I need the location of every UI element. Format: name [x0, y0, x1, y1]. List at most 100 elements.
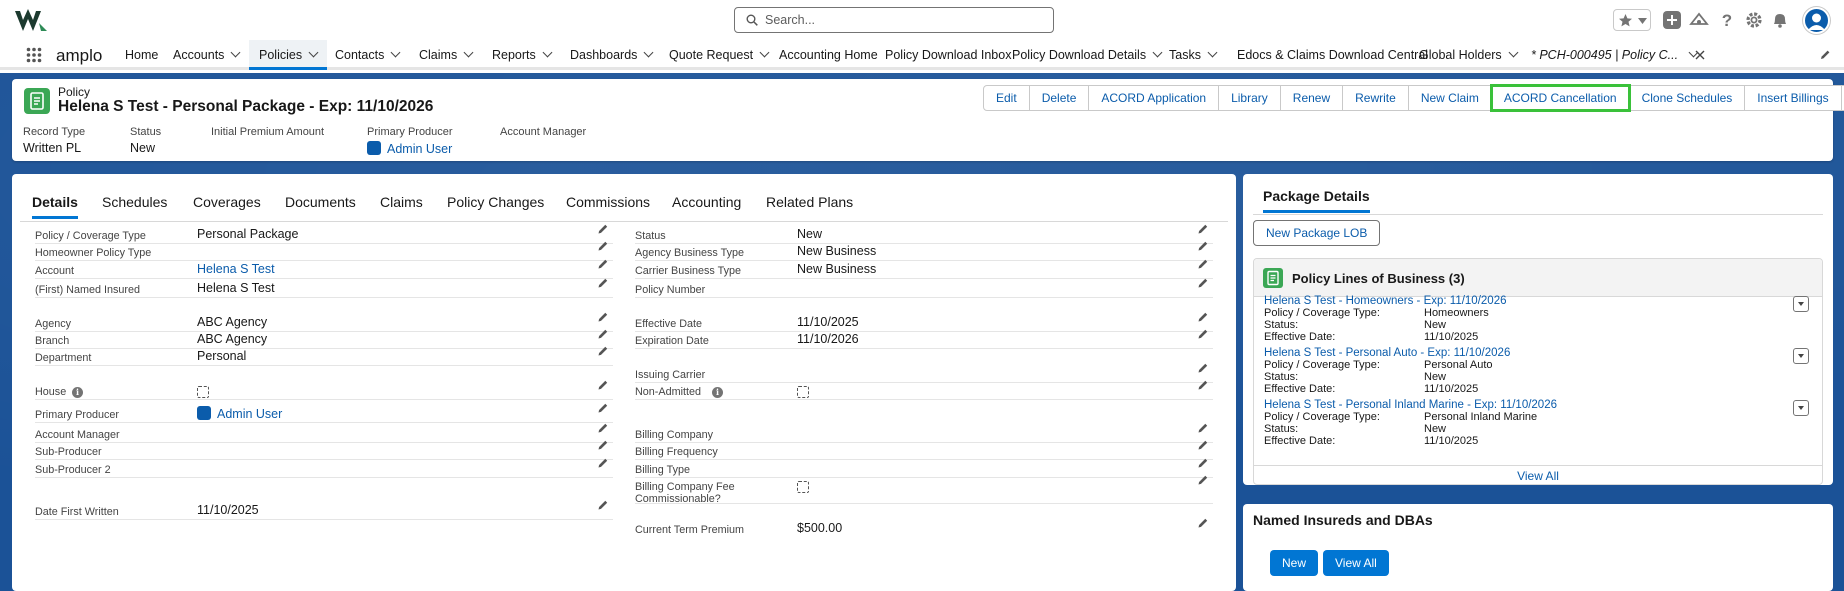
chevron-down-icon[interactable]: [643, 47, 654, 58]
help-icon[interactable]: ?: [1717, 10, 1737, 30]
favorites-button[interactable]: [1613, 9, 1651, 31]
field-value: New: [130, 141, 156, 155]
chevron-down-icon[interactable]: [1508, 47, 1519, 58]
nav-open-record-tab[interactable]: * PCH-000495 | Policy C...: [1523, 40, 1705, 70]
chevron-down-icon[interactable]: [230, 47, 241, 58]
nav-item-dashboards[interactable]: Dashboards: [562, 40, 660, 70]
edit-pencil-icon[interactable]: [1197, 223, 1209, 235]
info-icon[interactable]: i: [712, 387, 723, 398]
edit-pencil-icon[interactable]: [597, 311, 609, 323]
edit-pencil-icon[interactable]: [597, 345, 609, 357]
clone-schedules-button[interactable]: Clone Schedules: [1628, 85, 1746, 111]
rewrite-button[interactable]: Rewrite: [1342, 85, 1409, 111]
tab-package-details[interactable]: Package Details: [1263, 188, 1370, 213]
edit-pencil-icon[interactable]: [1197, 379, 1209, 391]
user-avatar[interactable]: [1803, 7, 1830, 34]
edit-pencil-icon[interactable]: [597, 258, 609, 270]
nav-item-contacts[interactable]: Contacts: [327, 40, 407, 70]
nav-item-quote-request[interactable]: Quote Request: [661, 40, 776, 70]
policy-line-actions-dropdown[interactable]: [1793, 348, 1809, 364]
primary-producer-link[interactable]: Admin User: [387, 142, 452, 156]
view-all-lines-link[interactable]: View All: [1254, 465, 1822, 483]
chevron-down-icon[interactable]: [463, 47, 474, 58]
tab-details[interactable]: Details: [32, 194, 78, 219]
edit-button[interactable]: Edit: [983, 85, 1030, 111]
chevron-down-icon[interactable]: [390, 47, 401, 58]
primary-producer-link[interactable]: Admin User: [217, 407, 282, 421]
nav-item-policy-download-details[interactable]: Policy Download Details: [1004, 40, 1169, 70]
amplo-logo-icon[interactable]: [14, 9, 48, 33]
nav-item-accounting-home[interactable]: Accounting Home: [771, 40, 886, 70]
edit-pencil-icon[interactable]: [1197, 311, 1209, 323]
tab-related-plans[interactable]: Related Plans: [766, 194, 853, 210]
edit-pencil-icon[interactable]: [1197, 277, 1209, 289]
policy-line-link[interactable]: Helena S Test - Personal Inland Marine -…: [1264, 399, 1557, 411]
chevron-down-icon[interactable]: [542, 47, 553, 58]
renew-button[interactable]: Renew: [1279, 85, 1344, 111]
edit-nav-pencil-icon[interactable]: [1819, 49, 1831, 61]
edit-pencil-icon[interactable]: [597, 379, 609, 391]
nav-item-edocs-claims-download[interactable]: Edocs & Claims Download Central: [1229, 40, 1436, 70]
account-link[interactable]: Helena S Test: [197, 262, 275, 276]
policy-line-link[interactable]: Helena S Test - Personal Auto - Exp: 11/…: [1264, 347, 1510, 359]
edit-pencil-icon[interactable]: [597, 422, 609, 434]
view-all-named-insureds-button[interactable]: View All: [1323, 550, 1389, 576]
edit-pencil-icon[interactable]: [1197, 328, 1209, 340]
edit-pencil-icon[interactable]: [597, 499, 609, 511]
edit-pencil-icon[interactable]: [597, 240, 609, 252]
setup-gear-icon[interactable]: [1744, 10, 1764, 30]
chevron-down-icon[interactable]: [308, 47, 319, 58]
nav-item-reports[interactable]: Reports: [484, 40, 559, 70]
edit-pencil-icon[interactable]: [597, 439, 609, 451]
policy-line-actions-dropdown[interactable]: [1793, 296, 1809, 312]
edit-pencil-icon[interactable]: [1197, 474, 1209, 486]
new-claim-button[interactable]: New Claim: [1407, 85, 1492, 111]
close-tab-icon[interactable]: [1695, 50, 1705, 60]
nav-item-tasks[interactable]: Tasks: [1161, 40, 1224, 70]
edit-pencil-icon[interactable]: [1197, 362, 1209, 374]
nav-item-home[interactable]: Home: [117, 40, 166, 70]
edit-pencil-icon[interactable]: [597, 223, 609, 235]
edit-pencil-icon[interactable]: [597, 402, 609, 414]
tab-policy-changes[interactable]: Policy Changes: [447, 194, 544, 210]
edit-pencil-icon[interactable]: [597, 277, 609, 289]
tab-claims[interactable]: Claims: [380, 194, 423, 210]
tab-commissions[interactable]: Commissions: [566, 194, 650, 210]
edit-pencil-icon[interactable]: [1197, 422, 1209, 434]
favorites-dropdown-icon[interactable]: [1638, 18, 1647, 24]
global-actions-plus-icon[interactable]: [1662, 10, 1682, 30]
nav-item-global-holders[interactable]: Global Holders: [1411, 40, 1525, 70]
global-search-input[interactable]: Search...: [734, 7, 1054, 33]
chevron-down-icon[interactable]: [1207, 47, 1218, 58]
tab-coverages[interactable]: Coverages: [193, 194, 261, 210]
delete-button[interactable]: Delete: [1028, 85, 1090, 111]
notifications-bell-icon[interactable]: [1770, 10, 1790, 30]
edit-pencil-icon[interactable]: [597, 328, 609, 340]
app-name: amplo: [56, 46, 103, 65]
info-icon[interactable]: i: [72, 387, 83, 398]
new-package-lob-button[interactable]: New Package LOB: [1253, 220, 1381, 246]
app-launcher-waffle-icon[interactable]: [26, 47, 42, 63]
nav-item-policy-download-inbox[interactable]: Policy Download Inbox: [877, 40, 1019, 70]
library-button[interactable]: Library: [1218, 85, 1281, 111]
tab-schedules[interactable]: Schedules: [102, 194, 167, 210]
nav-item-claims[interactable]: Claims: [411, 40, 480, 70]
edit-pencil-icon[interactable]: [1197, 457, 1209, 469]
chevron-down-icon[interactable]: [759, 47, 770, 58]
acord-cancellation-button[interactable]: ACORD Cancellation: [1489, 84, 1631, 112]
new-named-insured-button[interactable]: New: [1270, 550, 1319, 576]
insert-billings-button[interactable]: Insert Billings: [1744, 85, 1842, 111]
acord-application-button[interactable]: ACORD Application: [1088, 85, 1220, 111]
edit-pencil-icon[interactable]: [1197, 240, 1209, 252]
trailhead-guidance-icon[interactable]: [1689, 10, 1709, 30]
edit-pencil-icon[interactable]: [1197, 439, 1209, 451]
tab-accounting[interactable]: Accounting: [672, 194, 741, 210]
edit-pencil-icon[interactable]: [597, 457, 609, 469]
nav-item-accounts[interactable]: Accounts: [165, 40, 247, 70]
edit-pencil-icon[interactable]: [1197, 258, 1209, 270]
policy-line-actions-dropdown[interactable]: [1793, 400, 1809, 416]
policy-line-link[interactable]: Helena S Test - Homeowners - Exp: 11/10/…: [1264, 295, 1506, 307]
tab-documents[interactable]: Documents: [285, 194, 356, 210]
edit-pencil-icon[interactable]: [1197, 517, 1209, 529]
nav-item-policies[interactable]: Policies: [249, 40, 328, 70]
